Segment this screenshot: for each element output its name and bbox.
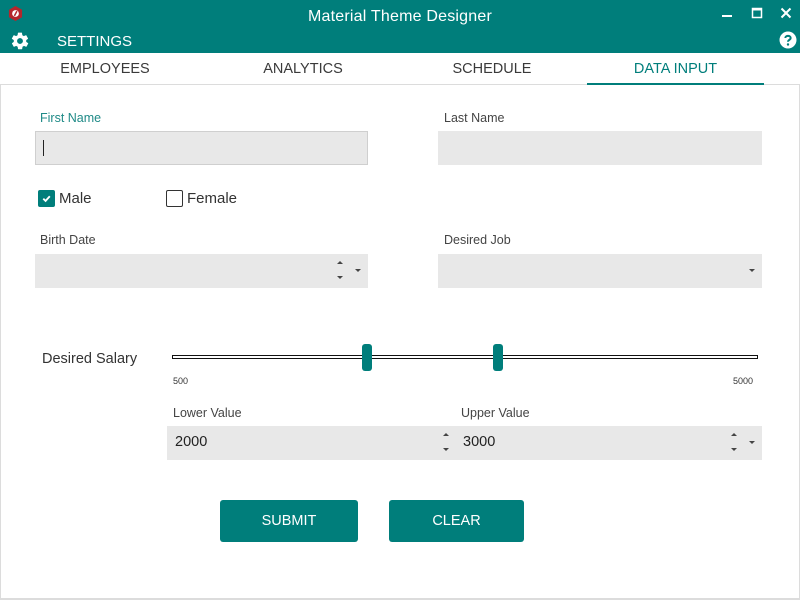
salary-range-fields: 2000 3000 <box>167 426 762 460</box>
desired-salary-label: Desired Salary <box>42 351 138 367</box>
salary-lower-thumb[interactable] <box>362 344 373 371</box>
spin-up-icon[interactable] <box>337 261 343 264</box>
spin-down-icon[interactable] <box>443 448 449 451</box>
birth-date-picker[interactable] <box>35 254 368 288</box>
birth-date-dropdown-icon[interactable] <box>355 269 362 273</box>
upper-value-spinner[interactable] <box>731 431 739 453</box>
first-name-label: First Name <box>40 111 102 125</box>
salary-max-label: 5000 <box>733 376 754 386</box>
upper-value-input[interactable]: 3000 <box>463 434 495 450</box>
lower-value-spinner[interactable] <box>443 431 451 453</box>
chevron-down-icon[interactable] <box>749 269 756 273</box>
maximize-button[interactable] <box>746 3 768 23</box>
tab-data-input[interactable]: DATA INPUT <box>587 53 764 85</box>
close-button[interactable] <box>775 3 797 23</box>
last-name-label: Last Name <box>444 111 505 125</box>
tab-bar: EMPLOYEES ANALYTICS SCHEDULE DATA INPUT <box>0 53 800 85</box>
salary-slider-track[interactable] <box>172 355 758 359</box>
spin-up-icon[interactable] <box>731 433 737 436</box>
title-bar: Material Theme Designer SETTINGS <box>0 0 800 53</box>
spin-up-icon[interactable] <box>443 433 449 436</box>
checkmark-icon <box>42 195 51 202</box>
maximize-icon <box>751 7 763 19</box>
checkbox-box <box>166 189 183 207</box>
text-caret <box>43 140 44 156</box>
clear-button[interactable]: CLEAR <box>389 500 524 542</box>
tab-analytics[interactable]: ANALYTICS <box>203 53 403 85</box>
spin-down-icon[interactable] <box>731 448 737 451</box>
upper-value-label: Upper Value <box>461 406 530 420</box>
desired-job-label: Desired Job <box>444 233 511 247</box>
male-checkbox[interactable]: Male <box>38 189 92 207</box>
last-name-input[interactable] <box>438 131 762 165</box>
checkbox-box <box>38 189 55 207</box>
lower-value-label: Lower Value <box>173 406 242 420</box>
male-label: Male <box>59 189 92 207</box>
minimize-button[interactable] <box>716 3 738 23</box>
salary-upper-thumb[interactable] <box>492 344 503 371</box>
settings-menu[interactable]: SETTINGS <box>57 33 132 50</box>
tab-employees[interactable]: EMPLOYEES <box>5 53 205 85</box>
spin-down-icon[interactable] <box>337 276 343 279</box>
gear-icon[interactable] <box>10 31 30 51</box>
birth-date-spinner[interactable] <box>337 259 345 281</box>
chevron-down-icon[interactable] <box>749 441 756 445</box>
birth-date-label: Birth Date <box>40 233 96 247</box>
minimize-icon <box>722 15 732 17</box>
close-icon <box>780 7 792 19</box>
tab-schedule[interactable]: SCHEDULE <box>392 53 592 85</box>
salary-min-label: 500 <box>173 376 189 386</box>
first-name-input[interactable] <box>35 131 368 165</box>
lower-value-input[interactable]: 2000 <box>175 434 207 450</box>
window-title: Material Theme Designer <box>308 8 492 25</box>
help-icon[interactable] <box>779 31 797 49</box>
desired-job-select[interactable] <box>438 254 762 288</box>
female-label: Female <box>187 189 238 207</box>
female-checkbox[interactable]: Female <box>166 189 237 207</box>
submit-button[interactable]: SUBMIT <box>220 500 358 542</box>
